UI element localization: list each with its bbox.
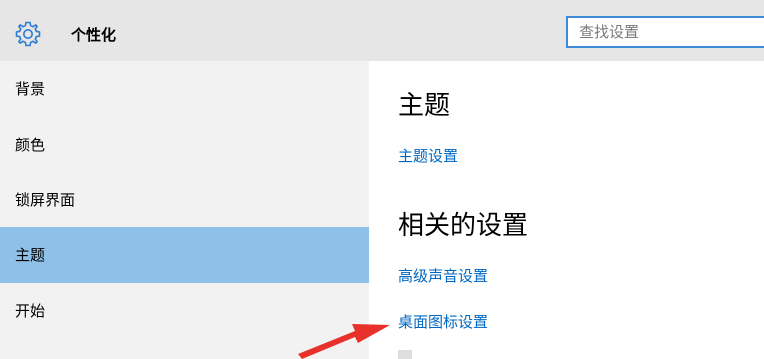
sidebar-item-label: 开始 (15, 302, 46, 320)
sidebar-item-background[interactable]: 背景 (0, 61, 369, 117)
main-content: 主题 主题设置 相关的设置 高级声音设置 桌面图标设置 (369, 61, 764, 359)
sidebar-item-label: 主题 (15, 246, 46, 264)
sidebar-item-label: 锁屏界面 (15, 191, 76, 209)
gear-icon (15, 21, 41, 47)
related-settings-title: 相关的设置 (398, 211, 529, 241)
sidebar-item-lock-screen[interactable]: 锁屏界面 (0, 172, 369, 228)
advanced-sound-settings-link[interactable]: 高级声音设置 (398, 266, 488, 286)
theme-section-title: 主题 (398, 91, 451, 121)
sidebar-item-label: 背景 (15, 80, 46, 98)
sidebar-item-themes[interactable]: 主题 (0, 227, 369, 283)
sidebar-item-colors[interactable]: 颜色 (0, 117, 369, 173)
partial-text-fragment (398, 350, 412, 359)
search-box[interactable] (566, 16, 764, 48)
sidebar-item-label: 颜色 (15, 136, 46, 154)
search-input[interactable] (568, 18, 759, 46)
page-title: 个性化 (71, 26, 117, 44)
header-bar: 个性化 (0, 0, 764, 61)
desktop-icon-settings-link[interactable]: 桌面图标设置 (398, 312, 488, 332)
theme-settings-link[interactable]: 主题设置 (398, 146, 458, 166)
settings-window: 个性化 背景 颜色 锁屏界面 主题 开始 主题 主题设置 相关的设置 高级声音设… (0, 0, 764, 359)
sidebar: 背景 颜色 锁屏界面 主题 开始 (0, 61, 369, 359)
sidebar-item-start[interactable]: 开始 (0, 283, 369, 339)
